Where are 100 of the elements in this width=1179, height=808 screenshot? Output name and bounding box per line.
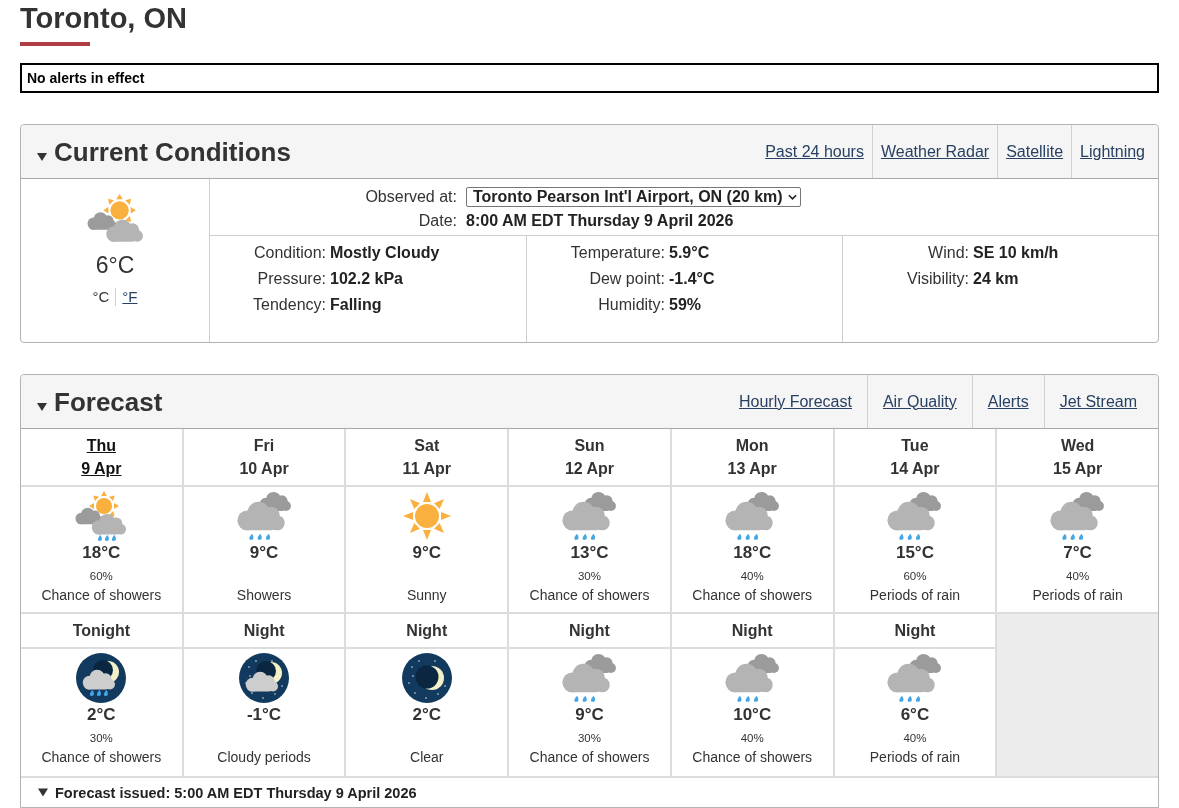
detail-value: 5.9°C: [669, 243, 710, 263]
detail-value: Mostly Cloudy: [330, 243, 440, 263]
forecast-issued: Forecast issued: 5:00 AM EDT Thursday 9 April 2026: [55, 783, 417, 802]
night-label: Night: [569, 620, 610, 641]
detail-label: Wind:: [927, 243, 969, 263]
detail-label: Temperature:: [569, 243, 665, 263]
detail-label: Pressure:: [256, 269, 326, 289]
night-label: Tonight: [72, 620, 131, 641]
rain-cloud-icon: [887, 491, 943, 541]
night-label: Night: [731, 620, 773, 641]
forecast-summary: Periods of rain: [869, 586, 961, 604]
panel-title: Forecast: [54, 385, 163, 418]
forecast-temperature: 15°C: [895, 543, 934, 563]
detail-label: Visibility:: [906, 269, 969, 289]
forecast-temperature: 7°C: [1063, 543, 1092, 563]
field-label: Observed at:: [364, 187, 457, 207]
detail-value: 59%: [669, 295, 702, 315]
forecast-temperature: 2°C: [412, 705, 442, 725]
precipitation-chance: 40%: [903, 731, 927, 746]
page-title: Toronto, ON: [20, 1, 187, 36]
header-link[interactable]: Air Quality: [882, 391, 957, 412]
sun-cloud-rain-icon: [75, 491, 128, 541]
header-link[interactable]: Lightning: [1080, 141, 1145, 162]
forecast-temperature: 13°C: [570, 543, 609, 563]
sun-icon: [401, 491, 452, 541]
detail-value: Falling: [330, 295, 382, 315]
alert-banner: No alerts in effect: [20, 63, 1159, 93]
precipitation-chance: 30%: [577, 569, 601, 584]
field-label: Date:: [417, 211, 457, 231]
sun-cloud-icon: [87, 194, 143, 242]
precipitation-chance: 30%: [577, 731, 601, 746]
forecast-temperature: 9°C: [249, 543, 279, 563]
rain-cloud-icon: [724, 491, 780, 541]
precipitation-chance: 60%: [89, 569, 113, 584]
night-label: Night: [243, 620, 285, 641]
header-link[interactable]: Jet Stream: [1059, 391, 1137, 412]
forecast-temperature: 9°C: [575, 705, 604, 725]
forecast-temperature: 18°C: [733, 543, 772, 563]
header-link[interactable]: Satellite: [1006, 141, 1064, 162]
forecast-summary: Cloudy periods: [217, 748, 311, 766]
unit-link[interactable]: °F: [122, 287, 138, 307]
day-header[interactable]: Tue 14 Apr: [834, 429, 996, 485]
day-header[interactable]: Thu 9 Apr: [21, 429, 182, 485]
day-header[interactable]: Sun 12 Apr: [509, 429, 670, 485]
forecast-summary: Clear: [410, 748, 444, 766]
forecast-summary: Chance of showers: [41, 748, 162, 766]
precipitation-chance: 40%: [1066, 569, 1090, 584]
forecast-summary: Periods of rain: [869, 748, 961, 766]
day-header[interactable]: Fri 10 Apr: [183, 429, 345, 485]
header-link[interactable]: Alerts: [987, 391, 1029, 412]
day-header[interactable]: Wed 15 Apr: [997, 429, 1158, 485]
detail-label: Dew point:: [588, 269, 665, 289]
forecast-summary: Chance of showers: [692, 748, 813, 766]
forecast-summary: Chance of showers: [692, 586, 813, 604]
rain-cloud-icon: [724, 653, 780, 703]
forecast-summary: Showers: [236, 586, 292, 604]
current-unit-label: °C: [92, 287, 110, 307]
forecast-temperature: -1°C: [246, 705, 282, 725]
day-header[interactable]: Mon 13 Apr: [671, 429, 833, 485]
forecast-temperature: 2°C: [87, 705, 116, 725]
caret-down-icon: [37, 152, 47, 161]
precipitation-chance: 40%: [740, 569, 764, 584]
title-underline: [20, 42, 90, 46]
station-select[interactable]: Toronto Pearson Int'l Airport, ON (20 km): [466, 187, 801, 207]
night-label: Night: [894, 620, 936, 641]
header-link[interactable]: Hourly Forecast: [739, 391, 852, 412]
precipitation-chance: 60%: [903, 569, 927, 584]
panel-title: Current Conditions: [54, 135, 291, 168]
night-label: Night: [406, 620, 448, 641]
header-link[interactable]: Weather Radar: [880, 141, 990, 162]
forecast-summary: Chance of showers: [41, 586, 162, 604]
detail-label: Tendency:: [252, 295, 326, 315]
header-link[interactable]: Past 24 hours: [765, 141, 864, 162]
detail-label: Humidity:: [597, 295, 665, 315]
detail-label: Condition:: [252, 243, 326, 263]
rain-cloud-icon: [562, 653, 617, 703]
rain-cloud-icon: [236, 491, 292, 541]
forecast-temperature: 18°C: [82, 543, 121, 563]
chevron-down-icon: [787, 194, 797, 200]
forecast-temperature: 9°C: [412, 543, 442, 563]
caret-down-icon: [38, 788, 48, 797]
current-temperature: 6°C: [95, 252, 135, 278]
precipitation-chance: 30%: [89, 731, 113, 746]
caret-down-icon: [37, 402, 47, 411]
forecast-summary: Periods of rain: [1032, 586, 1123, 604]
observation-date: 8:00 AM EDT Thursday 9 April 2026: [466, 211, 734, 231]
forecast-summary: Chance of showers: [529, 586, 650, 604]
moon-stars-icon: [401, 653, 452, 703]
detail-value: 102.2 kPa: [330, 269, 403, 289]
day-header[interactable]: Sat 11 Apr: [346, 429, 508, 485]
forecast-temperature: 10°C: [733, 705, 772, 725]
detail-value: -1.4°C: [669, 269, 715, 289]
rain-cloud-icon: [562, 491, 617, 541]
moon-cloud-icon: [239, 653, 290, 703]
forecast-summary: Chance of showers: [529, 748, 650, 766]
detail-value: SE 10 km/h: [973, 243, 1059, 263]
forecast-temperature: 6°C: [900, 705, 930, 725]
forecast-summary: Sunny: [406, 586, 447, 604]
precipitation-chance: 40%: [740, 731, 764, 746]
moon-cloud-rain-icon: [76, 653, 127, 703]
